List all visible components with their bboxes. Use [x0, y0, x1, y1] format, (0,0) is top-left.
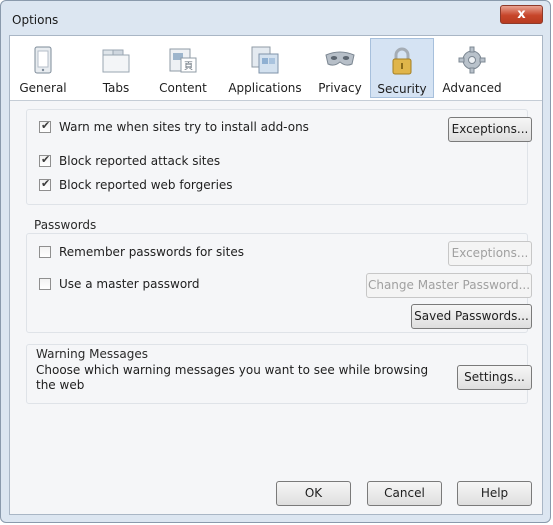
- block-forgeries-row[interactable]: Block reported web forgeries: [39, 177, 233, 192]
- tabs-icon: [102, 49, 130, 73]
- warning-messages-group: Warning Messages Choose which warning me…: [26, 344, 532, 404]
- master-password-checkbox[interactable]: [39, 278, 51, 290]
- block-attack-checkbox[interactable]: [39, 153, 51, 167]
- passwords-heading: Passwords: [34, 218, 97, 232]
- warn-addons-label: Warn me when sites try to install add-on…: [59, 120, 309, 134]
- tab-general[interactable]: General: [14, 38, 72, 98]
- tab-applications[interactable]: Applications: [222, 38, 308, 98]
- block-forgeries-label: Block reported web forgeries: [59, 178, 233, 192]
- tab-advanced[interactable]: Advanced: [438, 38, 506, 98]
- warning-settings-button[interactable]: Settings...: [457, 365, 532, 390]
- ok-button[interactable]: OK: [276, 481, 351, 506]
- block-forgeries-checkbox[interactable]: [39, 177, 51, 191]
- tab-security[interactable]: Security: [370, 38, 434, 98]
- tab-label: Content: [159, 81, 207, 95]
- security-options-group: Warn me when sites try to install add-on…: [26, 109, 532, 205]
- options-dialog: Options x General Tabs 頁 Content Applica…: [0, 0, 551, 523]
- content-icon: 頁: [169, 48, 197, 73]
- addons-exceptions-button[interactable]: Exceptions...: [448, 117, 532, 142]
- padlock-icon: [392, 47, 412, 75]
- change-master-password-button[interactable]: Change Master Password...: [366, 273, 532, 298]
- master-password-row[interactable]: Use a master password: [39, 277, 200, 291]
- tab-label: Applications: [228, 81, 302, 95]
- block-attack-label: Block reported attack sites: [59, 154, 221, 168]
- close-button[interactable]: x: [500, 5, 543, 24]
- tab-label: Advanced: [442, 81, 502, 95]
- remember-passwords-row[interactable]: Remember passwords for sites: [39, 245, 244, 259]
- tab-privacy[interactable]: Privacy: [313, 38, 367, 98]
- tab-label: Tabs: [102, 81, 130, 95]
- tab-content[interactable]: 頁 Content: [152, 38, 214, 98]
- warning-messages-heading: Warning Messages: [36, 347, 148, 361]
- privacy-mask-icon: [325, 51, 355, 66]
- help-button[interactable]: Help: [457, 481, 532, 506]
- master-password-label: Use a master password: [59, 277, 200, 291]
- security-panel: Warn me when sites try to install add-on…: [10, 101, 542, 514]
- title-bar[interactable]: Options x: [1, 1, 550, 35]
- gear-icon: [458, 46, 486, 74]
- tab-label: Security: [377, 82, 427, 96]
- applications-icon: [251, 46, 279, 74]
- saved-passwords-button[interactable]: Saved Passwords...: [411, 304, 532, 329]
- warn-addons-checkbox[interactable]: [39, 119, 51, 133]
- window-title: Options: [12, 13, 59, 27]
- cancel-button[interactable]: Cancel: [367, 481, 442, 506]
- remember-passwords-label: Remember passwords for sites: [59, 245, 244, 259]
- preferences-tab-bar: General Tabs 頁 Content Applications Priv…: [10, 36, 542, 101]
- tab-tabs[interactable]: Tabs: [92, 38, 140, 98]
- warn-addons-row[interactable]: Warn me when sites try to install add-on…: [39, 119, 309, 134]
- block-attack-row[interactable]: Block reported attack sites: [39, 153, 221, 168]
- general-icon: [34, 46, 52, 74]
- passwords-group: Remember passwords for sites Exceptions.…: [26, 233, 532, 333]
- tab-label: General: [19, 81, 67, 95]
- password-exceptions-button[interactable]: Exceptions...: [448, 241, 532, 266]
- svg-text:頁: 頁: [184, 61, 193, 72]
- remember-passwords-checkbox[interactable]: [39, 246, 51, 258]
- tab-label: Privacy: [318, 81, 362, 95]
- warning-messages-description: Choose which warning messages you want t…: [36, 363, 429, 392]
- dialog-client-area: General Tabs 頁 Content Applications Priv…: [9, 35, 543, 515]
